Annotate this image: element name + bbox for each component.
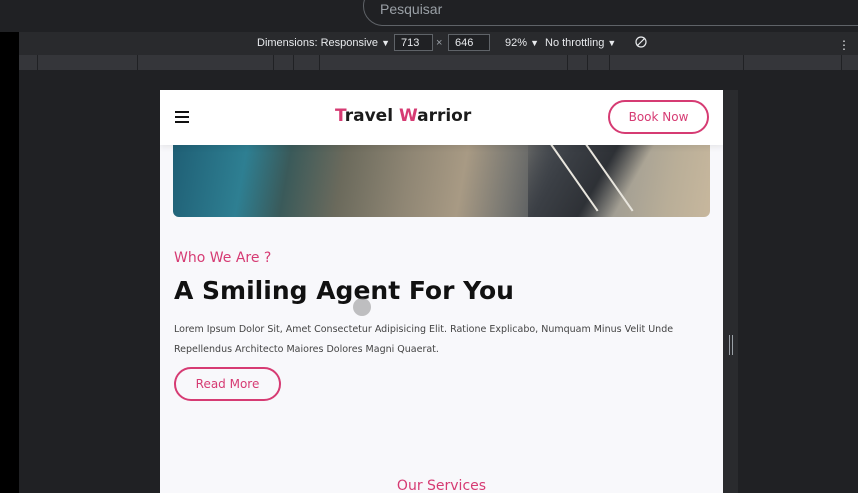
book-now-button[interactable]: Book Now [608,100,709,134]
ruler-segment[interactable] [293,55,294,70]
brand-part2: arrior [417,106,472,126]
cursor-indicator [353,298,371,316]
page-viewport: Travel Warrior Book Now Who We Are ? A S… [160,90,723,493]
ruler-segment[interactable] [567,55,568,70]
brand-second-letter: W [398,106,418,126]
times-sign: × [436,37,443,49]
ruler-segment[interactable] [609,55,610,70]
viewport-resize-area[interactable] [723,90,738,493]
resize-handle[interactable] [729,335,733,355]
brand-first-letter: T [335,106,345,126]
ruler-segment[interactable] [743,55,744,70]
dimensions-label: Dimensions: Responsive [257,37,379,49]
browser-top-bar: Pesquisar [0,0,858,32]
section-eyebrow: Who We Are ? [174,250,272,266]
more-options-icon[interactable]: ⋮ [838,38,850,52]
width-input[interactable]: 713 [394,34,433,51]
search-placeholder: Pesquisar [380,1,443,17]
left-panel-strip [0,32,19,493]
ruler-segment[interactable] [587,55,588,70]
ruler-segment[interactable] [37,55,38,70]
zoom-dropdown[interactable]: 92% ▼ [505,37,539,49]
media-query-ruler [19,55,858,70]
ruler-segment[interactable] [319,55,320,70]
device-toolbar: Dimensions: Responsive ▼ 713 × 646 92% ▼… [19,32,858,55]
read-more-button[interactable]: Read More [174,367,281,401]
brand-logo[interactable]: Travel Warrior [335,106,471,126]
chevron-down-icon: ▼ [607,38,617,48]
height-input[interactable]: 646 [448,34,490,51]
ruler-segment[interactable] [273,55,274,70]
ruler-segment[interactable] [137,55,138,70]
zoom-label: 92% [505,37,528,49]
throttling-label: No throttling [545,37,605,49]
chevron-down-icon: ▼ [381,38,391,48]
services-title: Our Services [396,478,487,493]
search-input[interactable]: Pesquisar [363,0,858,26]
ruler-segment[interactable] [841,55,842,70]
hamburger-menu-icon[interactable] [175,111,189,123]
section-body-text: Lorem Ipsum Dolor Sit, Amet Consectetur … [174,324,674,355]
chevron-down-icon: ▼ [530,38,540,48]
section-headline: A Smiling Agent For You [174,276,514,305]
dimensions-dropdown[interactable]: Dimensions: Responsive ▼ [257,37,390,49]
rotate-icon[interactable] [634,35,648,52]
throttling-dropdown[interactable]: No throttling ▼ [545,37,616,49]
site-header: Travel Warrior Book Now [160,90,723,145]
brand-part1: ravel [344,106,399,126]
